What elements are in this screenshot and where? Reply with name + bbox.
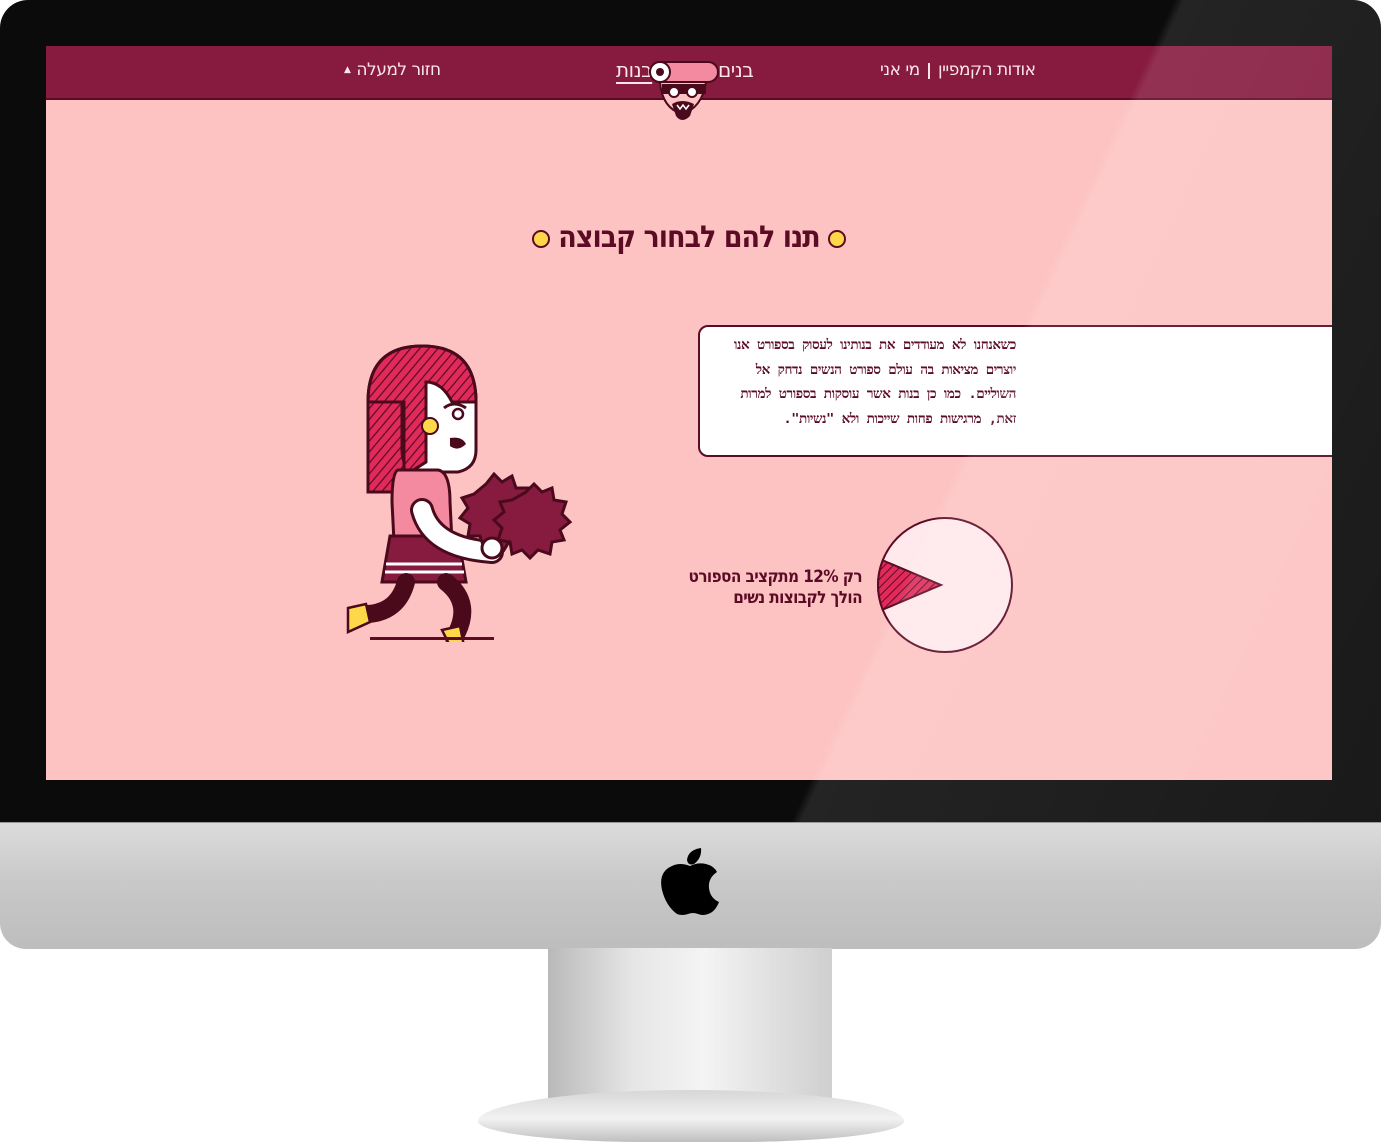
stat-line-2: הולך לקבוצות נשים <box>733 588 862 608</box>
back-to-top-label: חזור למעלה <box>356 60 441 80</box>
section-title: תנו להם לבחור קבוצה <box>46 220 1332 255</box>
dot-icon <box>532 229 551 248</box>
section-title-text: תנו להם לבחור קבוצה <box>558 220 820 255</box>
imac-frame: אודות הקמפיין מי אני בנים בנות ▲ חזור למע… <box>0 0 1381 949</box>
cheerleader-illustration <box>346 344 573 642</box>
ground-line <box>370 637 494 640</box>
imac-stand-base <box>478 1090 904 1142</box>
pie-chart <box>877 517 1013 653</box>
nav-who-am-i[interactable]: מי אני <box>880 60 920 80</box>
mascot-logo-icon[interactable] <box>644 58 724 130</box>
dot-icon <box>827 229 846 248</box>
arrow-up-icon: ▲ <box>344 65 351 75</box>
stat-line-1: רק 12% מתקציב הספורט <box>688 567 863 587</box>
nav-separator <box>928 63 930 79</box>
imac-stand <box>548 948 832 1098</box>
back-to-top-button[interactable]: ▲ חזור למעלה <box>344 60 441 80</box>
info-text-box: כשאנחנו לא מעודדים את בנותינו לעסוק בספו… <box>698 325 1332 457</box>
info-paragraph: כשאנחנו לא מעודדים את בנותינו לעסוק בספו… <box>733 337 1016 427</box>
website-screen: אודות הקמפיין מי אני בנים בנות ▲ חזור למע… <box>46 46 1332 780</box>
stat-label: רק 12% מתקציב הספורט הולך לקבוצות נשים <box>686 567 863 609</box>
apple-logo-icon <box>661 848 719 915</box>
imac-bezel: אודות הקמפיין מי אני בנים בנות ▲ חזור למע… <box>0 0 1381 822</box>
nav-about-campaign[interactable]: אודות הקמפיין <box>938 60 1036 80</box>
